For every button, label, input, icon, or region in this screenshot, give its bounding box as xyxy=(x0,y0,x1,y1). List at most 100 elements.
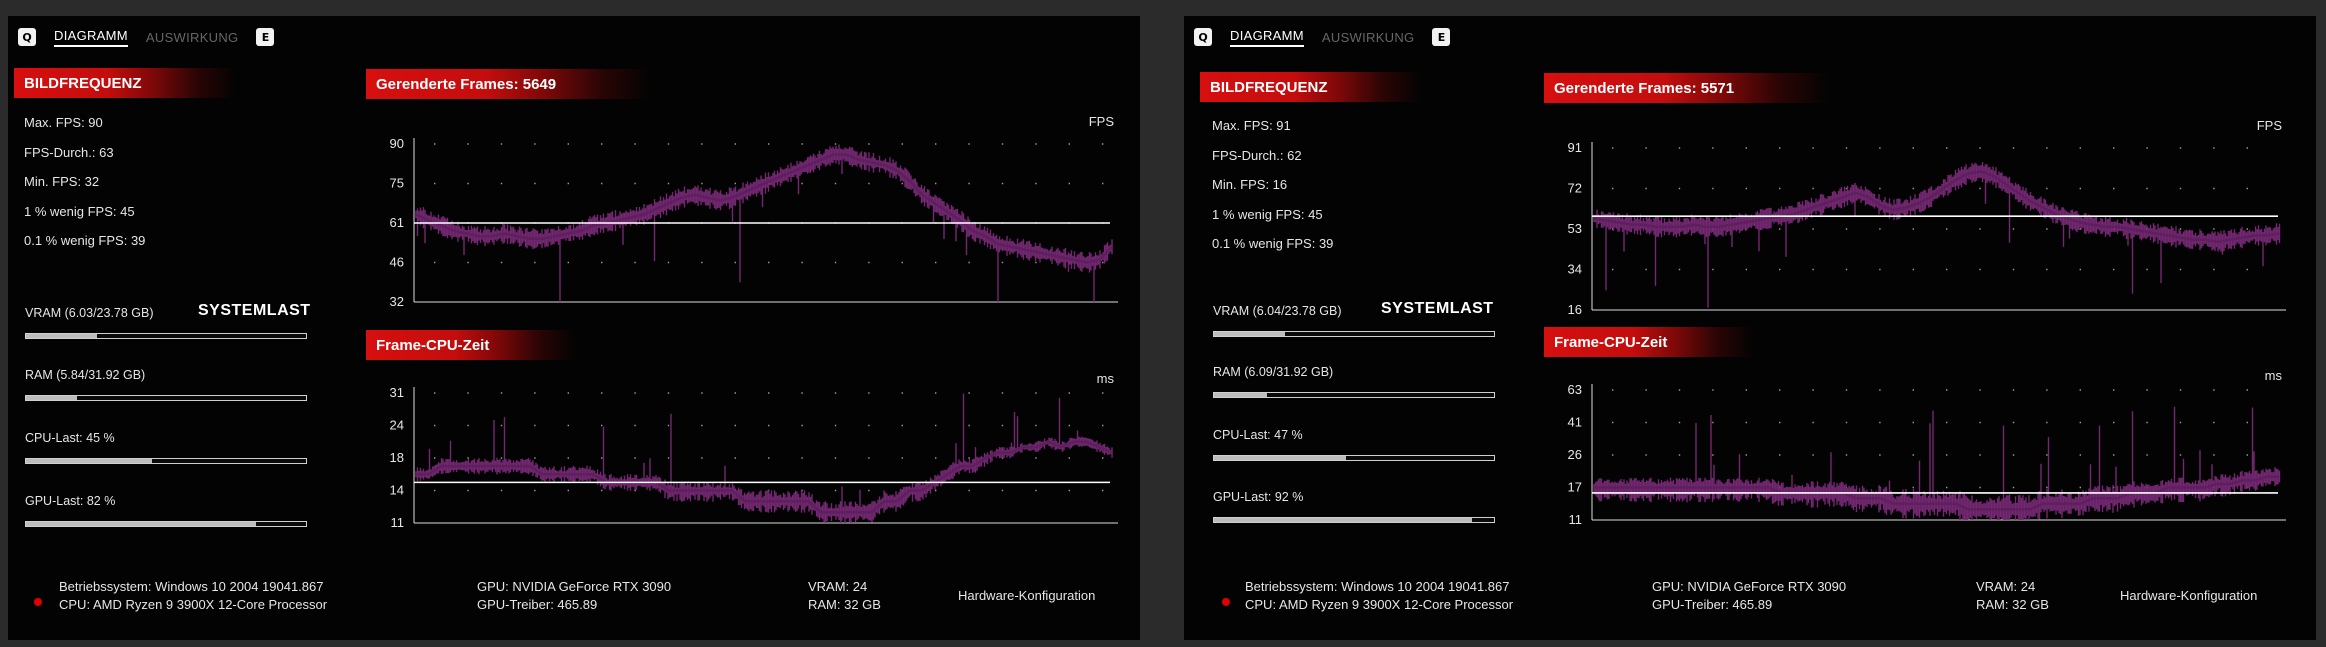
low1-fps: 1 % wenig FPS: 45 xyxy=(24,203,135,219)
y-tick-label: 41 xyxy=(1568,415,1582,430)
max-fps: Max. FPS: 91 xyxy=(1212,118,1291,133)
y-tick-label: 18 xyxy=(390,450,404,465)
cpu-load-label: CPU-Last: 45 % xyxy=(25,431,115,445)
unit-label: FPS xyxy=(2257,120,2283,133)
os-info: Betriebssystem: Windows 10 2004 19041.86… xyxy=(1245,579,1510,594)
gpu-load-bar-fill xyxy=(1214,518,1472,522)
ram-info: RAM: 32 GB xyxy=(1976,597,2049,612)
driver-info: GPU-Treiber: 465.89 xyxy=(1652,597,1773,612)
fps-stats: Max. FPS: 91 FPS-Durch.: 62 Min. FPS: 16… xyxy=(1212,111,1333,259)
tab-bar: Q DIAGRAMM AUSWIRKUNG E xyxy=(18,24,275,50)
vram-bar xyxy=(25,333,307,339)
y-tick-label: 63 xyxy=(1568,382,1582,397)
y-tick-label: 75 xyxy=(390,176,404,191)
e-key-hint[interactable]: E xyxy=(256,28,275,46)
chart-svg: 16 34 53 72 91 FPS xyxy=(1568,120,2286,317)
tab-bar: Q DIAGRAMM AUSWIRKUNG E xyxy=(1194,24,1451,50)
e-key-hint[interactable]: E xyxy=(1432,28,1451,46)
tab-auswirkung[interactable]: AUSWIRKUNG xyxy=(1322,30,1415,45)
q-key-hint[interactable]: Q xyxy=(18,28,36,46)
cpu-info: CPU: AMD Ryzen 9 3900X 12-Core Processor xyxy=(1245,597,1514,612)
ram-info: RAM: 32 GB xyxy=(808,597,881,612)
hardware-config-link[interactable]: Hardware-Konfiguration xyxy=(958,588,1095,603)
max-fps: Max. FPS: 90 xyxy=(24,115,103,130)
fps-stats: Max. FPS: 90 FPS-Durch.: 63 Min. FPS: 32… xyxy=(24,108,145,256)
y-tick-label: 31 xyxy=(390,385,404,400)
rendered-frames-header: Gerenderte Frames: 5571 xyxy=(1544,73,1829,103)
cpu-load-bar-fill xyxy=(1214,456,1346,460)
cpu-load-bar xyxy=(25,458,307,464)
y-tick-label: 26 xyxy=(1568,447,1582,462)
fps-chart: 16 34 53 72 91 FPS xyxy=(1544,120,2294,320)
series-line xyxy=(415,153,1113,264)
tab-diagramm[interactable]: DIAGRAMM xyxy=(1230,28,1304,47)
ram-bar-fill xyxy=(26,396,78,400)
vram-usage: VRAM (6.03/23.78 GB) xyxy=(25,306,307,339)
cpu-load-label: CPU-Last: 47 % xyxy=(1213,428,1303,442)
footer-os-cpu: Betriebssystem: Windows 10 2004 19041.86… xyxy=(59,578,327,614)
y-tick-label: 91 xyxy=(1568,140,1582,155)
y-tick-label: 72 xyxy=(1568,181,1582,196)
gpu-info: GPU: NVIDIA GeForce RTX 3090 xyxy=(477,579,672,594)
low01-fps: 0.1 % wenig FPS: 39 xyxy=(1212,236,1334,251)
q-key-hint[interactable]: Q xyxy=(1194,28,1212,46)
driver-info: GPU-Treiber: 465.89 xyxy=(477,597,598,612)
y-tick-label: 53 xyxy=(1568,221,1582,236)
ram-bar-fill xyxy=(1214,393,1268,397)
y-tick-label: 61 xyxy=(390,215,404,230)
avg-fps: FPS-Durch.: 63 xyxy=(24,144,114,160)
footer-gpu: GPU: NVIDIA GeForce RTX 3090 GPU-Treiber… xyxy=(477,578,671,614)
vram-label: VRAM (6.04/23.78 GB) xyxy=(1213,304,1342,318)
cpu-load: CPU-Last: 45 % xyxy=(25,431,307,464)
low1-fps: 1 % wenig FPS: 45 xyxy=(1212,206,1323,222)
y-tick-label: 90 xyxy=(390,136,404,151)
os-info: Betriebssystem: Windows 10 2004 19041.86… xyxy=(59,579,324,594)
y-tick-label: 11 xyxy=(391,515,405,530)
vram-label: VRAM (6.03/23.78 GB) xyxy=(25,306,154,320)
y-tick-label: 32 xyxy=(390,294,404,309)
chart-svg: 32 46 61 75 90 FPS xyxy=(390,116,1118,309)
cpu-info: CPU: AMD Ryzen 9 3900X 12-Core Processor xyxy=(59,597,328,612)
footer-gpu: GPU: NVIDIA GeForce RTX 3090 GPU-Treiber… xyxy=(1652,578,1846,614)
y-tick-label: 17 xyxy=(1568,480,1582,495)
gpu-load-label: GPU-Last: 92 % xyxy=(1213,490,1304,504)
gpu-info: GPU: NVIDIA GeForce RTX 3090 xyxy=(1652,579,1847,594)
low01-fps: 0.1 % wenig FPS: 39 xyxy=(24,233,146,248)
ram-usage: RAM (6.09/31.92 GB) xyxy=(1213,365,1495,398)
cpu-load: CPU-Last: 47 % xyxy=(1213,428,1495,461)
cpu-load-bar-fill xyxy=(26,459,152,463)
unit-label: ms xyxy=(2265,370,2283,383)
chart-svg: 11 17 26 41 63 ms xyxy=(1568,370,2286,527)
vram-info: VRAM: 24 xyxy=(1976,579,2036,594)
vram-bar-fill xyxy=(26,334,98,338)
footer-memory: VRAM: 24 RAM: 32 GB xyxy=(808,578,881,614)
y-tick-label: 24 xyxy=(390,418,404,433)
vram-usage: VRAM (6.04/23.78 GB) xyxy=(1213,304,1495,337)
ram-bar xyxy=(25,395,307,401)
frame-cpu-time-header: Frame-CPU-Zeit xyxy=(1544,327,1754,357)
footer-memory: VRAM: 24 RAM: 32 GB xyxy=(1976,578,2049,614)
y-tick-label: 46 xyxy=(390,255,404,270)
chart-svg: 11 14 18 24 31 ms xyxy=(390,373,1118,530)
fps-chart: 32 46 61 75 90 FPS xyxy=(366,116,1126,316)
gpu-load: GPU-Last: 92 % xyxy=(1213,490,1495,523)
status-dot xyxy=(34,598,42,606)
min-fps: Min. FPS: 16 xyxy=(1212,177,1288,192)
hardware-config-link[interactable]: Hardware-Konfiguration xyxy=(2120,588,2257,603)
series-bars xyxy=(1593,162,2281,308)
cpu-time-chart: 11 14 18 24 31 ms xyxy=(366,373,1126,538)
min-fps: Min. FPS: 32 xyxy=(24,174,100,189)
ram-bar xyxy=(1213,392,1495,398)
y-tick-label: 16 xyxy=(1568,302,1582,317)
status-dot xyxy=(1222,598,1230,606)
gpu-load-label: GPU-Last: 82 % xyxy=(25,494,116,508)
frame-cpu-time-header: Frame-CPU-Zeit xyxy=(366,330,576,360)
vram-bar xyxy=(1213,331,1495,337)
y-tick-label: 11 xyxy=(1569,512,1583,527)
series-bars xyxy=(415,393,1113,523)
tab-auswirkung[interactable]: AUSWIRKUNG xyxy=(146,30,239,45)
gpu-load: GPU-Last: 82 % xyxy=(25,494,307,527)
avg-fps: FPS-Durch.: 62 xyxy=(1212,147,1302,163)
tab-diagramm[interactable]: DIAGRAMM xyxy=(54,28,128,47)
unit-label: FPS xyxy=(1089,116,1115,129)
